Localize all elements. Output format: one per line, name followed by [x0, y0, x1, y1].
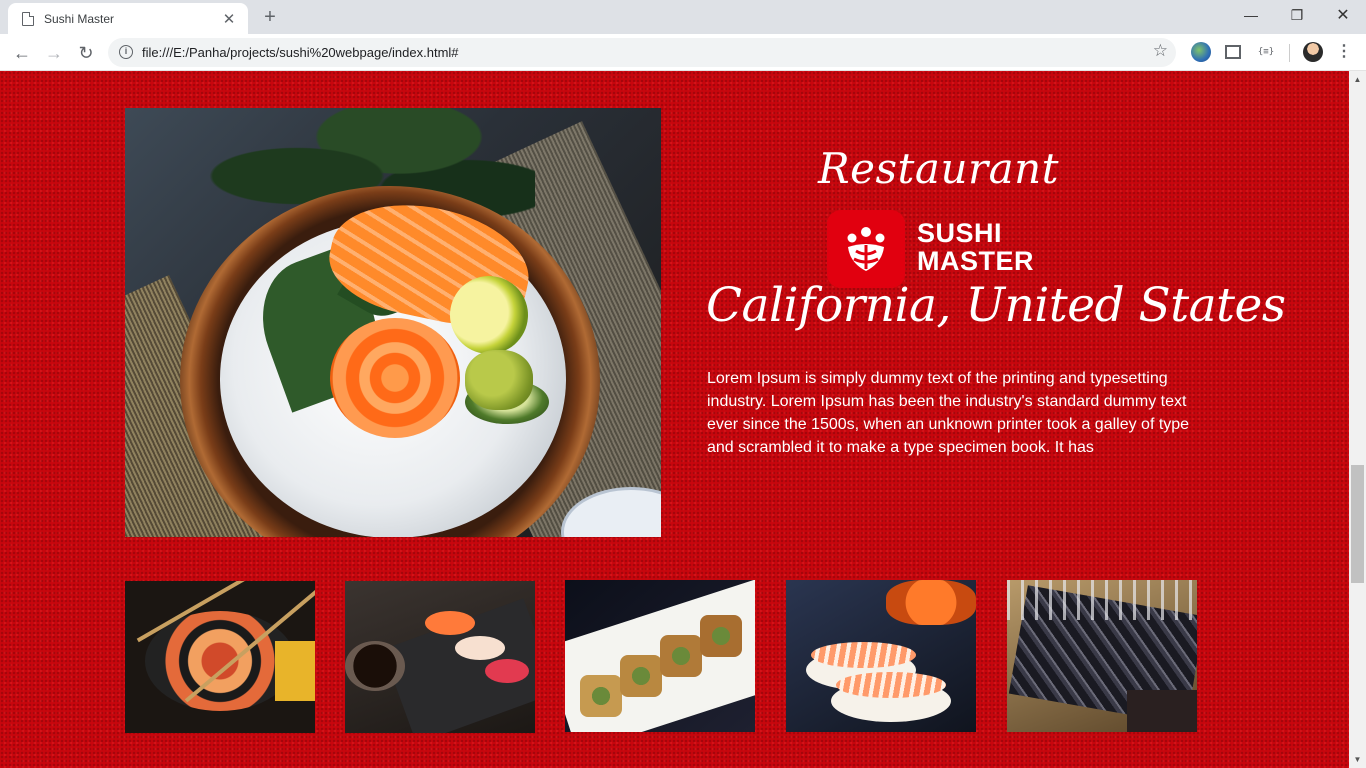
- scroll-up-arrow-icon[interactable]: ▲: [1349, 71, 1366, 88]
- minimize-button[interactable]: —: [1228, 0, 1274, 30]
- gallery-thumbnail-2[interactable]: [345, 581, 535, 733]
- flower-logo-icon: [827, 210, 905, 288]
- tab-sushi-master[interactable]: Sushi Master ✕: [8, 3, 248, 34]
- restaurant-heading: Restaurant: [818, 144, 1060, 193]
- logo-text-master: MASTER: [917, 246, 1034, 276]
- scroll-down-arrow-icon[interactable]: ▼: [1349, 751, 1366, 768]
- location-heading: California, United States: [706, 278, 1286, 333]
- hero-sashimi-photo: [125, 108, 661, 537]
- screenshot-extension-icon[interactable]: [1225, 45, 1241, 59]
- logo-text-sushi: SUSHI: [917, 218, 1003, 248]
- tab-strip: Sushi Master ✕ + — ❐ ✕: [0, 0, 1366, 34]
- back-button[interactable]: ←: [8, 39, 36, 67]
- forward-button[interactable]: →: [40, 39, 68, 67]
- reload-button[interactable]: ↻: [72, 39, 100, 67]
- close-window-button[interactable]: ✕: [1320, 0, 1366, 30]
- gallery-thumbnail-5[interactable]: [1007, 580, 1197, 732]
- gallery-thumbnail-4[interactable]: [786, 580, 976, 732]
- scrollbar-thumb[interactable]: [1351, 465, 1364, 583]
- profile-avatar[interactable]: [1303, 42, 1323, 62]
- vertical-scrollbar[interactable]: ▲ ▼: [1349, 71, 1366, 768]
- url-text[interactable]: file:///E:/Panha/projects/sushi%20webpag…: [142, 45, 459, 60]
- gallery-thumbnail-1[interactable]: [125, 581, 315, 733]
- browser-toolbar: ← → ↻ i file:///E:/Panha/projects/sushi%…: [0, 34, 1366, 71]
- new-tab-button[interactable]: +: [258, 6, 282, 30]
- code-extension-icon[interactable]: {≡}: [1256, 42, 1276, 62]
- browser-menu-icon[interactable]: ⋮: [1334, 42, 1354, 62]
- toolbar-divider: [1289, 44, 1290, 62]
- address-bar[interactable]: i file:///E:/Panha/projects/sushi%20webp…: [108, 38, 1176, 67]
- gallery-thumbnail-3[interactable]: [565, 580, 755, 732]
- page-viewport: Restaurant SUSHI MASTER California, Unit…: [0, 71, 1349, 768]
- restore-button[interactable]: ❐: [1274, 0, 1320, 30]
- tab-title: Sushi Master: [44, 11, 115, 26]
- bookmark-star-icon[interactable]: ☆: [1153, 41, 1168, 61]
- tab-close-icon[interactable]: ✕: [220, 10, 238, 28]
- sushi-master-logo[interactable]: SUSHI MASTER: [827, 210, 1057, 288]
- document-icon: [22, 11, 34, 26]
- globe-extension-icon[interactable]: [1191, 42, 1211, 62]
- info-icon[interactable]: i: [119, 45, 133, 59]
- description-text: Lorem Ipsum is simply dummy text of the …: [707, 370, 1190, 456]
